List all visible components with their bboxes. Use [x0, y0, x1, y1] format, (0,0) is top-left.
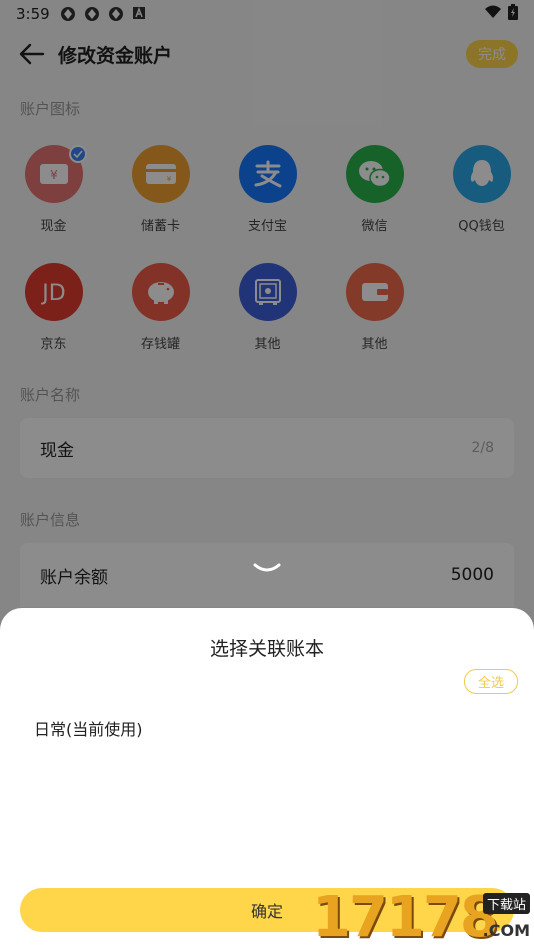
watermark-tag: 下载站	[482, 893, 530, 914]
watermark-logo: 17178 下载站 .COM	[312, 885, 534, 950]
watermark-domain: .COM	[482, 921, 530, 940]
watermark-number: 17178	[312, 885, 499, 950]
list-item[interactable]: 日常(当前使用)	[34, 716, 143, 740]
confirm-label: 确定	[250, 902, 283, 921]
select-all-button[interactable]: 全选	[463, 669, 518, 694]
chevron-down-icon[interactable]	[252, 560, 282, 578]
sheet-title: 选择关联账本	[209, 638, 324, 660]
